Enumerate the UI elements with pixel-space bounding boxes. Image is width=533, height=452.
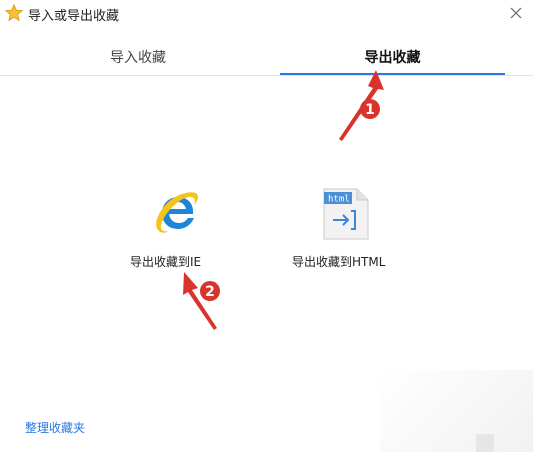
manage-favorites-link[interactable]: 整理收藏夹 <box>25 419 85 436</box>
ie-icon <box>156 192 198 233</box>
annotation-arrow-2 <box>183 272 217 330</box>
star-icon <box>5 4 23 22</box>
tab-divider <box>0 75 533 76</box>
tab-bar: 导入收藏 导出收藏 <box>0 40 533 78</box>
annotation-arrow-1 <box>339 70 384 141</box>
svg-text:1: 1 <box>365 102 375 118</box>
export-to-html-label: 导出收藏到HTML <box>292 255 386 269</box>
resize-grip[interactable] <box>476 434 494 452</box>
bottom-shade <box>380 370 533 452</box>
html-file-icon: html <box>323 188 369 240</box>
title-bar: 导入或导出收藏 <box>0 0 533 28</box>
annotation-badge-2: 2 <box>200 281 220 301</box>
tab-export-favorites[interactable]: 导出收藏 <box>280 40 505 76</box>
tab-import-favorites[interactable]: 导入收藏 <box>28 40 248 76</box>
close-icon[interactable] <box>505 2 527 24</box>
annotation-badge-1: 1 <box>360 99 380 119</box>
html-badge-text: html <box>328 195 350 205</box>
svg-text:2: 2 <box>205 284 215 300</box>
export-to-ie-label: 导出收藏到IE <box>130 255 202 269</box>
window-title: 导入或导出收藏 <box>28 9 120 24</box>
